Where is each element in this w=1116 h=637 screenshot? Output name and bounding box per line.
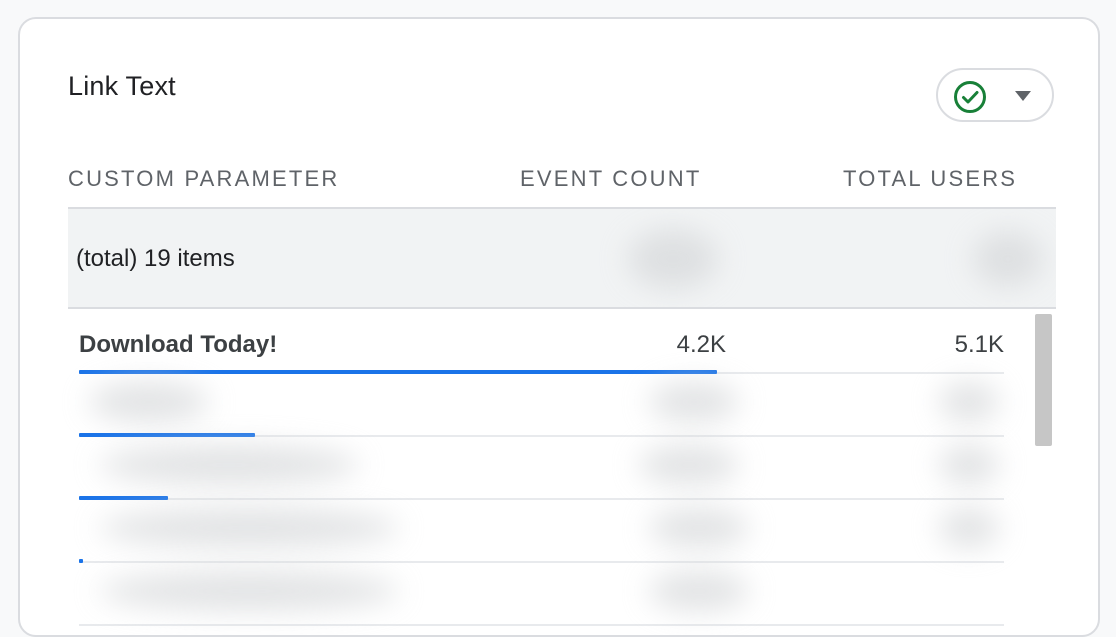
column-header-custom-parameter[interactable]: CUSTOM PARAMETER: [68, 166, 340, 192]
row-total-users: 5.1K: [954, 331, 1004, 358]
report-card: Link Text CUSTOM PARAMETER EVENT COUNT T…: [18, 17, 1100, 637]
table-body: Download Today! 4.2K 5.1K: [79, 311, 1004, 631]
total-label: (total) 19 items: [76, 245, 235, 272]
redacted-row-event-count: [649, 571, 749, 611]
card-title: Link Text: [68, 71, 176, 101]
redacted-row-users: [939, 382, 999, 422]
redacted-row-label: [89, 382, 209, 422]
scrollbar-thumb[interactable]: [1035, 314, 1052, 446]
total-row: (total) 19 items: [68, 207, 1056, 309]
redacted-row-event-count: [649, 382, 739, 422]
check-circle-icon: [954, 81, 986, 113]
table-row[interactable]: Download Today! 4.2K 5.1K: [79, 311, 1004, 374]
table-row[interactable]: [79, 500, 1004, 563]
table-row[interactable]: [79, 563, 1004, 626]
redacted-row-users: [939, 508, 999, 548]
redacted-row-users: [939, 445, 999, 485]
row-label[interactable]: Download Today!: [79, 331, 277, 359]
caret-down-icon: [1015, 91, 1031, 101]
column-header-event-count[interactable]: EVENT COUNT: [520, 166, 701, 192]
redacted-row-event-count: [649, 508, 749, 548]
redacted-row-event-count: [639, 445, 739, 485]
redacted-row-label: [99, 508, 399, 548]
redacted-total-event-count: [628, 229, 718, 289]
row-event-count: 4.2K: [676, 331, 726, 358]
table-row[interactable]: [79, 374, 1004, 437]
redacted-row-label: [99, 571, 399, 611]
redacted-total-users: [973, 231, 1043, 287]
redacted-row-label: [99, 445, 359, 485]
table-row[interactable]: [79, 437, 1004, 500]
column-header-total-users[interactable]: TOTAL USERS: [843, 166, 1017, 192]
status-dropdown-button[interactable]: [936, 68, 1054, 122]
